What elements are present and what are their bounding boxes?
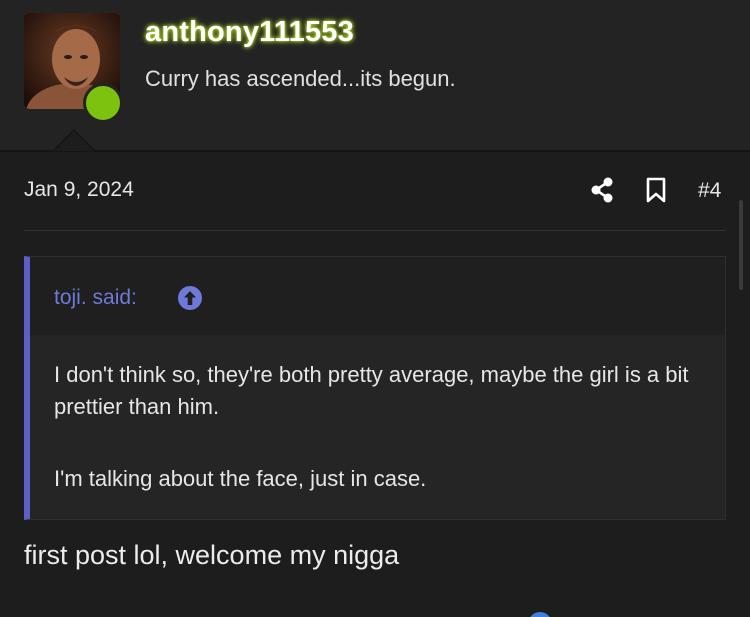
share-icon xyxy=(591,177,613,203)
online-status-indicator xyxy=(83,83,123,123)
username[interactable]: anthony111553 xyxy=(145,16,354,49)
scrollbar[interactable] xyxy=(739,200,743,290)
header-divider xyxy=(0,150,750,152)
post-body-text: first post lol, welcome my nigga xyxy=(24,540,400,570)
post-meta-divider xyxy=(24,230,726,231)
bookmark-button[interactable] xyxy=(644,176,668,204)
quote-header: toji. said: xyxy=(30,257,725,335)
quote-block: toji. said: I don't think so, they're bo… xyxy=(24,256,726,520)
quote-jump-button[interactable] xyxy=(177,285,203,311)
post-user-header: anthony111553 Curry has ascended...its b… xyxy=(0,0,750,150)
quote-text: I don't think so, they're both pretty av… xyxy=(54,359,704,495)
quote-paragraph: I'm talking about the face, just in case… xyxy=(54,466,427,491)
share-button[interactable] xyxy=(588,176,616,204)
user-title: Curry has ascended...its begun. xyxy=(145,66,456,91)
next-post-avatar-badge xyxy=(526,610,554,617)
bookmark-icon xyxy=(646,177,666,203)
quote-body: I don't think so, they're both pretty av… xyxy=(30,335,725,519)
post-date[interactable]: Jan 9, 2024 xyxy=(24,178,134,202)
arrow-up-circle-icon xyxy=(178,286,202,310)
header-pointer xyxy=(54,131,94,151)
forum-post-page: anthony111553 Curry has ascended...its b… xyxy=(0,0,750,617)
post-number-link[interactable]: #4 xyxy=(698,179,721,203)
quote-paragraph: I don't think so, they're both pretty av… xyxy=(54,362,689,419)
quote-attribution[interactable]: toji. said: xyxy=(54,286,137,310)
